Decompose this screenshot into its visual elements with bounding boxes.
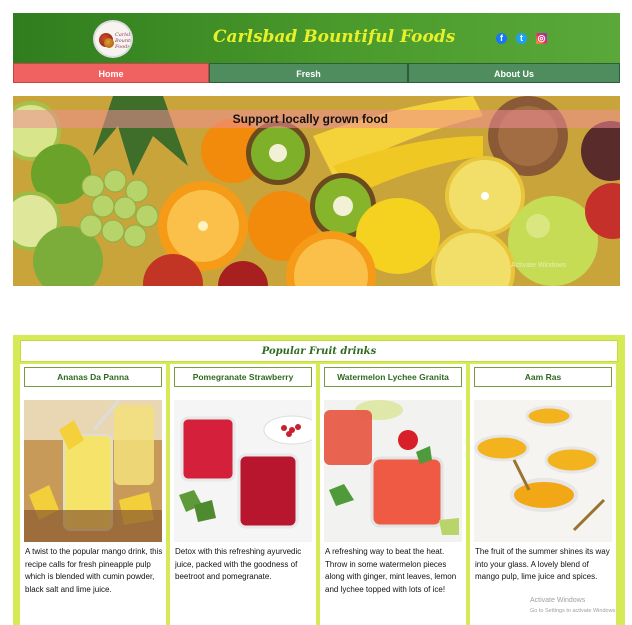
drink-image — [324, 400, 462, 542]
drink-card-watermelon-lychee-granita[interactable]: Watermelon Lychee Granita A refreshing w… — [320, 364, 466, 625]
os-watermark-subtitle: Go to Settings to activate Windows. — [530, 608, 617, 614]
drink-card-aam-ras[interactable]: Aam Ras The fruit of the summer shines i… — [470, 364, 616, 625]
card-description: The fruit of the summer shines its way i… — [475, 547, 610, 581]
drink-image — [174, 400, 312, 542]
drink-image — [474, 400, 612, 542]
drink-image — [24, 400, 162, 542]
drink-card-pomegranate-strawberry[interactable]: Pomegranate Strawberry Detox with this r… — [170, 364, 316, 625]
site-header: Carlsbad Bountiful Foods Carlsbad Bounti… — [13, 13, 620, 63]
hero-banner: Support locally grown food Activate Wind… — [13, 96, 620, 286]
card-description: A twist to the popular mango drink, this… — [25, 547, 163, 594]
card-title: Pomegranate Strawberry — [174, 367, 312, 387]
hero-watermark: Activate Windows — [511, 262, 567, 269]
card-description: A refreshing way to beat the heat. Throw… — [325, 547, 457, 594]
twitter-icon[interactable]: t — [516, 33, 527, 44]
logo-fruit-graphic-2 — [104, 38, 114, 48]
popular-drinks-section: Popular Fruit drinks Ananas Da Panna A t… — [13, 335, 625, 625]
logo-text: Carlsbad Bountiful Foods — [115, 32, 132, 50]
card-title: Ananas Da Panna — [24, 367, 162, 387]
nav-item-home[interactable]: Home — [13, 63, 209, 83]
facebook-icon[interactable]: f — [496, 33, 507, 44]
card-description: Detox with this refreshing ayurvedic jui… — [175, 547, 302, 581]
nav-item-fresh[interactable]: Fresh — [209, 63, 408, 83]
drink-card-ananas-da-panna[interactable]: Ananas Da Panna A twist to the popular m… — [20, 364, 166, 625]
site-title: Carlsbad Bountiful Foods — [213, 27, 456, 47]
instagram-icon[interactable]: ◎ — [536, 33, 547, 44]
hero-tagline: Support locally grown food — [232, 112, 388, 126]
section-heading: Popular Fruit drinks — [20, 340, 618, 362]
card-title: Watermelon Lychee Granita — [324, 367, 462, 387]
os-watermark-title: Activate Windows — [530, 597, 586, 604]
nav-item-about-us[interactable]: About Us — [408, 63, 620, 83]
site-logo[interactable]: Carlsbad Bountiful Foods — [93, 20, 133, 58]
card-title: Aam Ras — [474, 367, 612, 387]
main-nav: Home Fresh About Us — [13, 63, 620, 83]
